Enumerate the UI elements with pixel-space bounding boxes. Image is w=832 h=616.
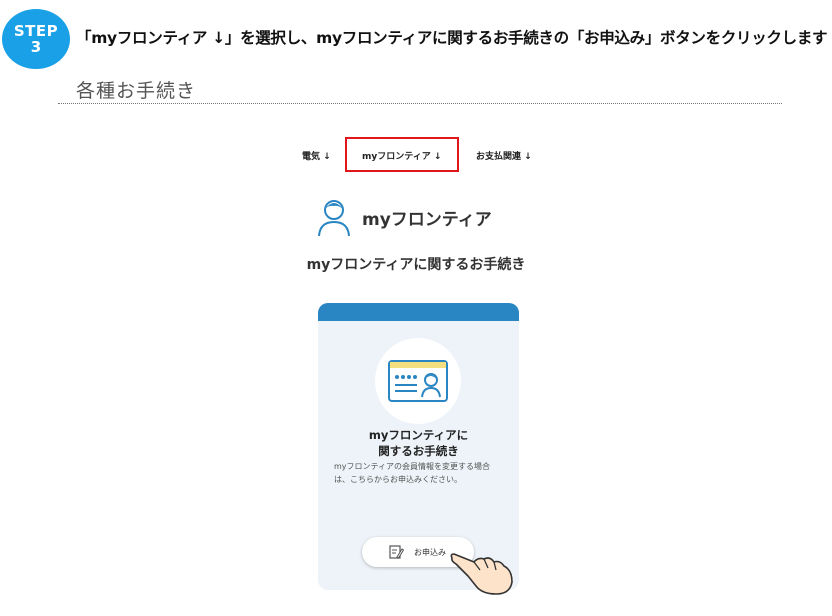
apply-button-label: お申込み xyxy=(414,547,446,557)
user-avatar-icon xyxy=(318,200,350,237)
card-description: myフロンティアの会員情報を変更する場合は、こちらからお申込みください。 xyxy=(334,462,491,484)
highlight-box xyxy=(345,137,459,172)
card-title-line1: myフロンティアに xyxy=(368,428,469,442)
procedure-card: myフロンティアに 関するお手続き myフロンティアの会員情報を変更する場合は、… xyxy=(318,303,519,590)
tab-payment[interactable]: お支払関連 ↓ xyxy=(476,149,532,162)
card-illustration xyxy=(375,338,461,424)
heading-row: myフロンティア xyxy=(316,196,492,238)
step-word: STEP xyxy=(13,21,59,40)
page-subheading: myフロンティアに関するお手続き xyxy=(306,257,526,273)
card-title-line2: 関するお手続き xyxy=(378,444,459,458)
memo-edit-icon xyxy=(389,545,404,559)
instruction-text: 「myフロンティア ↓」を選択し、myフロンティアに関するお手続きの「お申込み」… xyxy=(76,29,828,47)
card-title: myフロンティアに 関するお手続き xyxy=(318,427,519,459)
section-title: 各種お手続き xyxy=(76,80,197,102)
step-badge: STEP 3 xyxy=(2,9,70,69)
page-heading: myフロンティア xyxy=(362,209,492,230)
section-divider xyxy=(58,103,782,104)
member-card-icon xyxy=(388,360,448,402)
tab-denki[interactable]: 電気 ↓ xyxy=(302,149,331,162)
card-header-bar xyxy=(318,303,519,321)
pointing-hand-icon xyxy=(450,553,513,595)
step-number: 3 xyxy=(30,38,42,56)
